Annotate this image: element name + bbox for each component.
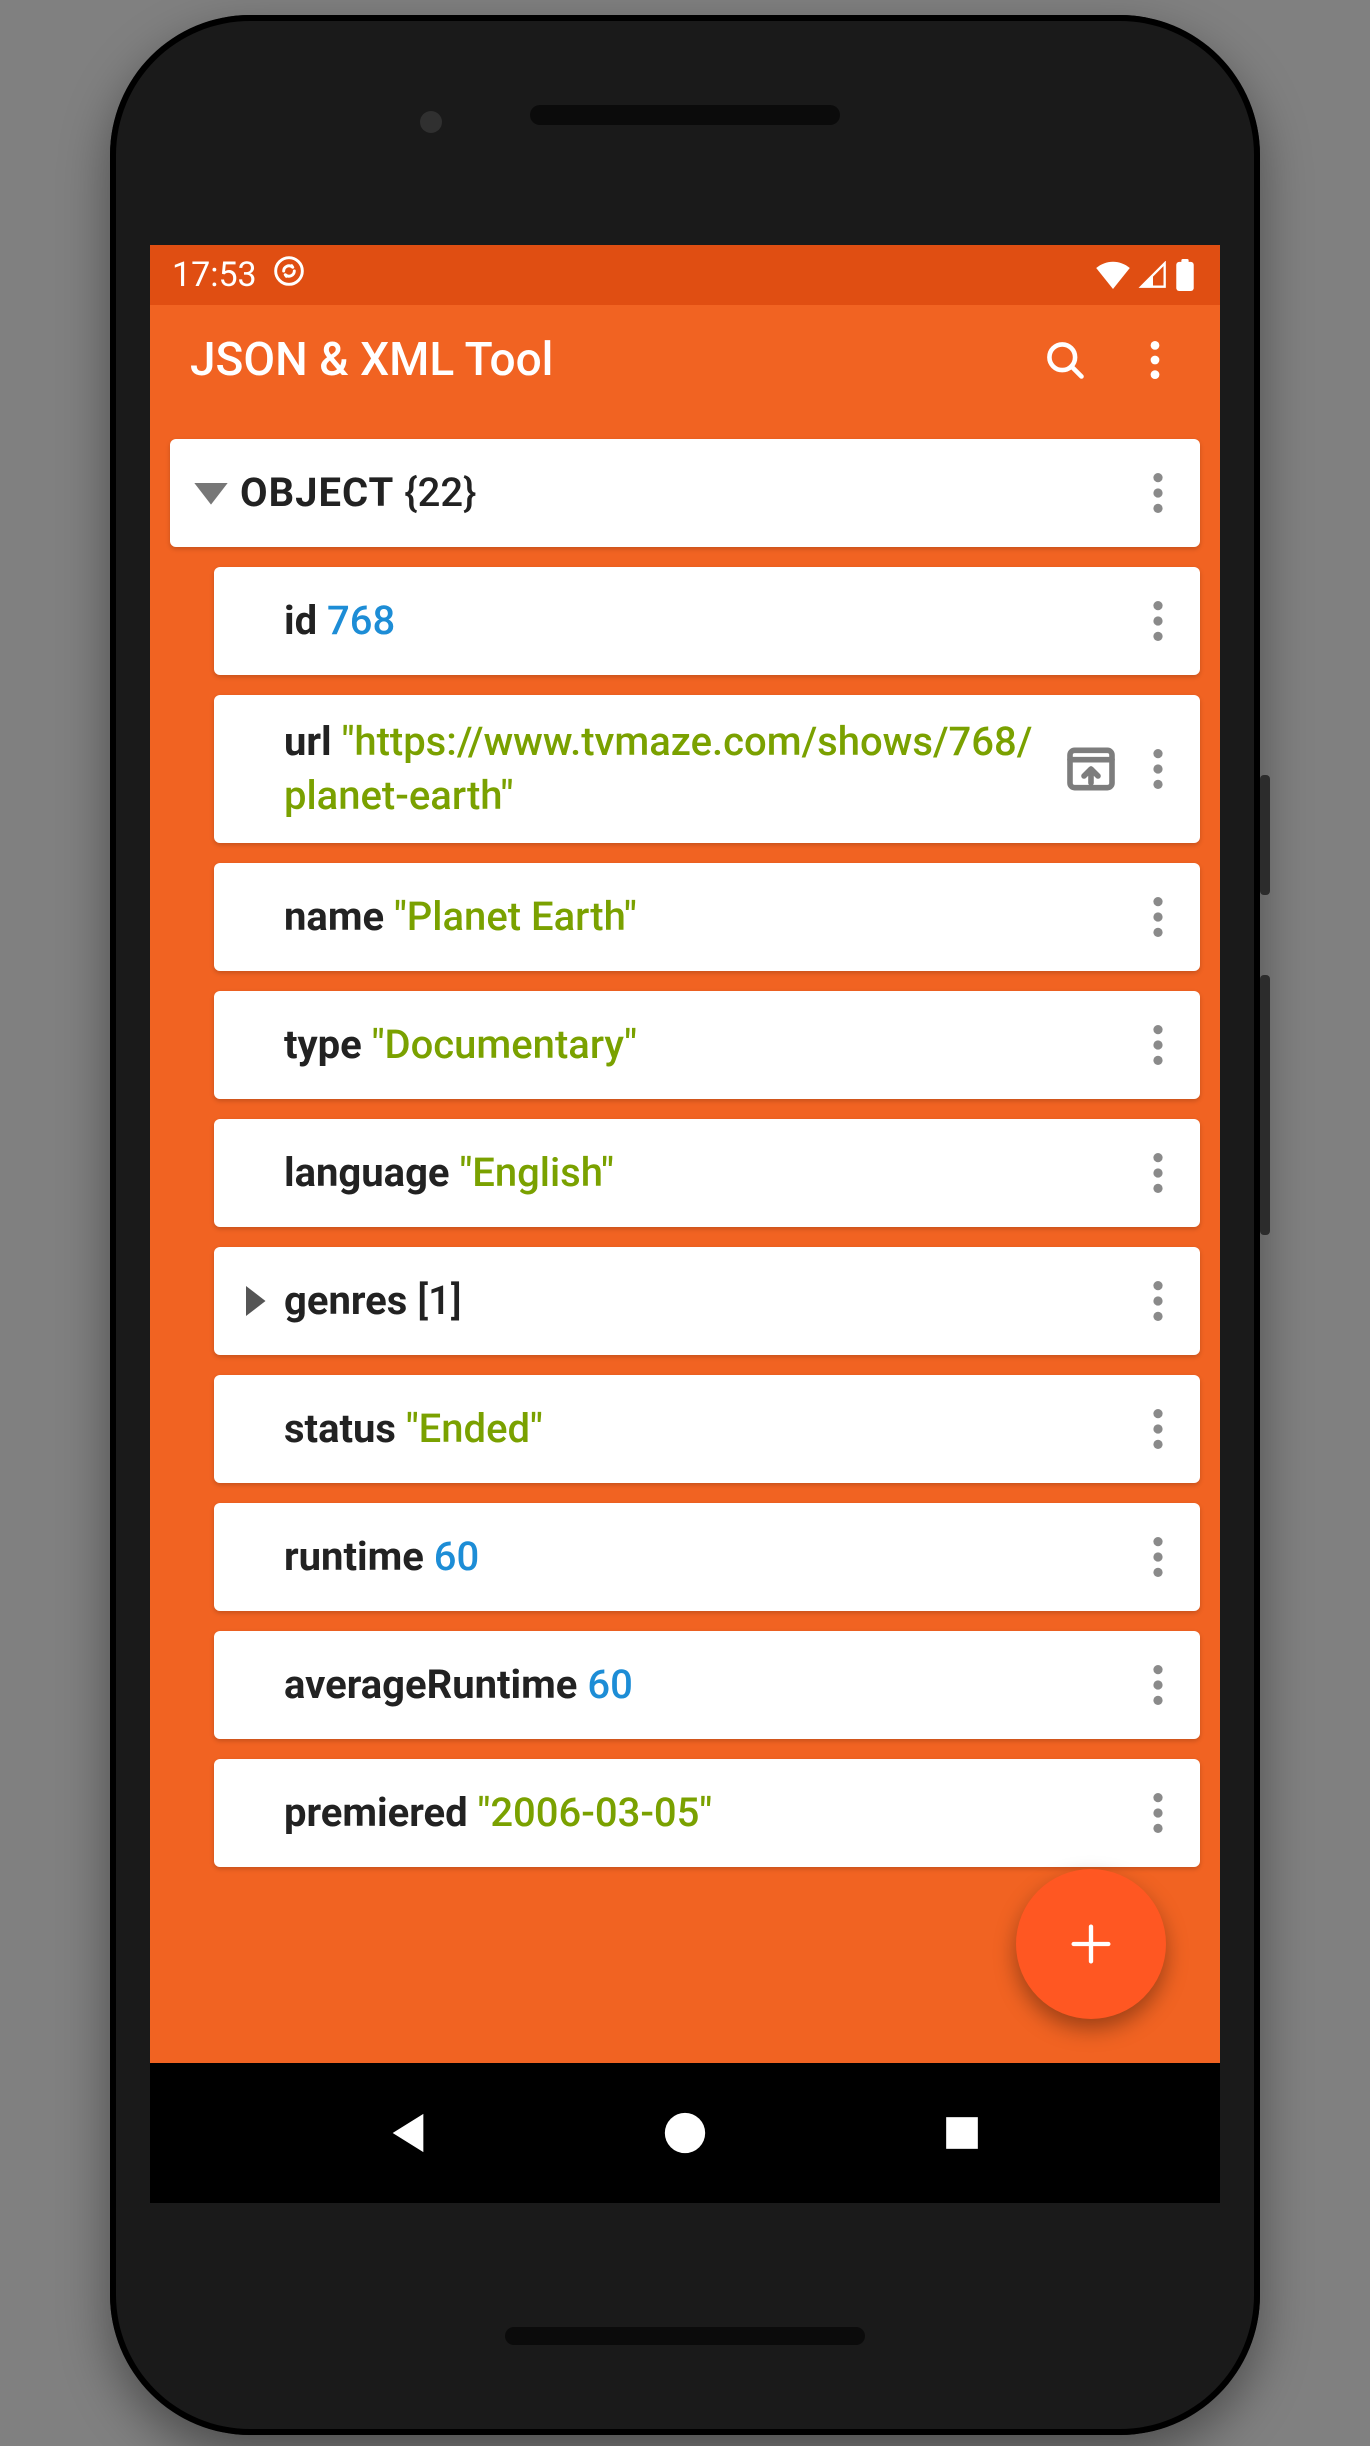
node-menu-button[interactable] — [1130, 1133, 1186, 1213]
no-sync-icon — [273, 255, 305, 296]
node-name[interactable]: name "Planet Earth" — [214, 863, 1200, 971]
side-button — [1260, 975, 1270, 1235]
node-menu-button[interactable] — [1130, 877, 1186, 957]
nav-recents-button[interactable] — [927, 2098, 997, 2168]
node-value: 768 — [327, 597, 395, 644]
content-area: OBJECT {22} id 768 — [150, 415, 1220, 2063]
top-speaker — [530, 105, 840, 125]
node-value: 60 — [587, 1661, 632, 1708]
node-value: "2006-03-05" — [478, 1789, 713, 1836]
node-key: genres — [284, 1277, 407, 1324]
app-title: JSON & XML Tool — [190, 333, 1020, 387]
more-vert-icon — [1153, 473, 1163, 513]
phone-frame: 17:53 — [110, 15, 1260, 2435]
node-key: language — [284, 1149, 450, 1196]
node-menu-button[interactable] — [1130, 1773, 1186, 1853]
more-vert-icon — [1153, 601, 1163, 641]
expand-icon[interactable] — [232, 1283, 278, 1319]
node-genres[interactable]: genres [1] — [214, 1247, 1200, 1355]
search-icon — [1043, 338, 1087, 382]
node-key: id — [284, 597, 317, 644]
nav-home-button[interactable] — [650, 2098, 720, 2168]
battery-icon — [1176, 259, 1194, 291]
signal-icon — [1138, 261, 1168, 289]
bottom-speaker — [505, 2327, 865, 2345]
nav-back-button[interactable] — [373, 2098, 443, 2168]
node-key: premiered — [284, 1789, 468, 1836]
node-menu-button[interactable] — [1130, 1261, 1186, 1341]
app-bar: JSON & XML Tool — [150, 305, 1220, 415]
node-status[interactable]: status "Ended" — [214, 1375, 1200, 1483]
system-nav-bar — [150, 2063, 1220, 2203]
root-label: OBJECT — [240, 469, 394, 516]
nav-recents-icon — [943, 2114, 981, 2152]
more-vert-icon — [1153, 897, 1163, 937]
node-id[interactable]: id 768 — [214, 567, 1200, 675]
status-bar: 17:53 — [150, 245, 1220, 305]
search-button[interactable] — [1020, 315, 1110, 405]
node-value: "Ended" — [406, 1405, 543, 1452]
node-value: "https://www.tvmaze.com/shows/768/planet… — [284, 718, 1032, 819]
node-key: status — [284, 1405, 396, 1452]
open-in-browser-icon — [1063, 741, 1119, 797]
node-value: [1] — [417, 1277, 461, 1324]
node-key: averageRuntime — [284, 1661, 577, 1708]
node-menu-button[interactable] — [1130, 1517, 1186, 1597]
add-fab[interactable] — [1016, 1869, 1166, 2019]
more-vert-icon — [1153, 1409, 1163, 1449]
node-url[interactable]: url "https://www.tvmaze.com/shows/768/pl… — [214, 695, 1200, 843]
node-value: "Planet Earth" — [394, 893, 637, 940]
nav-home-icon — [663, 2111, 707, 2155]
side-button — [1260, 775, 1270, 895]
node-value: "English" — [459, 1149, 613, 1196]
collapse-icon[interactable] — [188, 478, 234, 508]
node-root-object[interactable]: OBJECT {22} — [170, 439, 1200, 547]
node-language[interactable]: language "English" — [214, 1119, 1200, 1227]
nav-back-icon — [388, 2110, 428, 2156]
overflow-menu-button[interactable] — [1110, 315, 1200, 405]
node-menu-button[interactable] — [1130, 581, 1186, 661]
camera-dot — [420, 111, 442, 133]
node-menu-button[interactable] — [1130, 1389, 1186, 1469]
open-link-button[interactable] — [1058, 736, 1124, 802]
status-time: 17:53 — [172, 255, 257, 295]
more-vert-icon — [1153, 1281, 1163, 1321]
node-menu-button[interactable] — [1130, 453, 1186, 533]
node-key: url — [284, 718, 332, 765]
more-vert-icon — [1153, 1153, 1163, 1193]
screen: 17:53 — [150, 245, 1220, 2203]
node-key: runtime — [284, 1533, 424, 1580]
node-menu-button[interactable] — [1130, 729, 1186, 809]
node-premiered[interactable]: premiered "2006-03-05" — [214, 1759, 1200, 1867]
node-averageRuntime[interactable]: averageRuntime 60 — [214, 1631, 1200, 1739]
plus-icon — [1065, 1918, 1117, 1970]
more-vert-icon — [1153, 1793, 1163, 1833]
node-key: type — [284, 1021, 362, 1068]
node-value: 60 — [434, 1533, 479, 1580]
node-type[interactable]: type "Documentary" — [214, 991, 1200, 1099]
node-value: "Documentary" — [372, 1021, 637, 1068]
wifi-icon — [1096, 261, 1130, 289]
more-vert-icon — [1153, 1537, 1163, 1577]
node-key: name — [284, 893, 384, 940]
root-count: {22} — [404, 469, 476, 516]
node-runtime[interactable]: runtime 60 — [214, 1503, 1200, 1611]
node-menu-button[interactable] — [1130, 1645, 1186, 1725]
more-vert-icon — [1153, 1665, 1163, 1705]
more-vert-icon — [1153, 1025, 1163, 1065]
more-vert-icon — [1153, 749, 1163, 789]
node-menu-button[interactable] — [1130, 1005, 1186, 1085]
more-vert-icon — [1150, 341, 1160, 379]
